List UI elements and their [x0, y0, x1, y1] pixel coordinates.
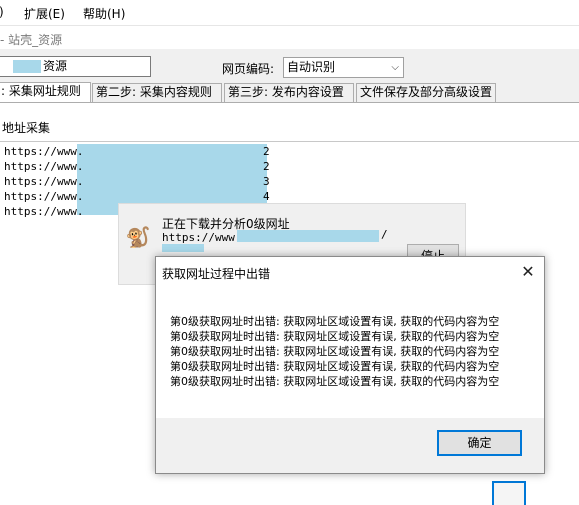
url-suffix: 4	[263, 190, 270, 203]
menu-item-extend[interactable]: 扩展(E)	[24, 5, 65, 22]
list-item: https://www.	[4, 175, 84, 188]
tab-url-rules[interactable]: : 采集网址规则	[0, 82, 91, 102]
redacted-mask	[237, 230, 379, 242]
encoding-label: 网页编码:	[222, 62, 275, 76]
ok-button[interactable]: 确定	[437, 430, 522, 456]
task-form: 资源 网页编码: 自动识别 ⌵	[0, 49, 579, 83]
progress-url-suffix: /	[381, 228, 388, 241]
chevron-down-icon: ⌵	[391, 62, 399, 73]
encoding-select[interactable]: 自动识别 ⌵	[283, 57, 404, 78]
error-message: 第0级获取网址时出错: 获取网址区域设置有误, 获取的代码内容为空	[170, 375, 500, 388]
redacted-mask	[162, 244, 204, 252]
monkey-icon: 🐒	[125, 225, 151, 249]
url-suffix: 2	[263, 145, 270, 158]
tab-file-save-settings[interactable]: 文件保存及部分高级设置	[356, 83, 496, 102]
url-suffix: 3	[263, 175, 270, 188]
section-title: 地址采集	[2, 121, 51, 135]
task-name-input[interactable]: 资源	[0, 56, 151, 77]
url-suffix: 2	[263, 160, 270, 173]
menu-item-partial[interactable]: )	[0, 5, 4, 19]
window-title: - 站壳_资源	[0, 33, 63, 47]
list-item: https://www.	[4, 205, 84, 218]
tab-publish-settings[interactable]: 第三步: 发布内容设置	[224, 83, 354, 102]
error-message: 第0级获取网址时出错: 获取网址区域设置有误, 获取的代码内容为空	[170, 360, 500, 373]
document-title-bar: - 站壳_资源	[0, 25, 579, 49]
menu-item-help[interactable]: 帮助(H)	[83, 5, 125, 22]
dialog-footer: 确定	[156, 418, 544, 473]
error-message: 第0级获取网址时出错: 获取网址区域设置有误, 获取的代码内容为空	[170, 345, 500, 358]
error-message: 第0级获取网址时出错: 获取网址区域设置有误, 获取的代码内容为空	[170, 330, 500, 343]
tab-content-rules[interactable]: 第二步: 采集内容规则	[92, 83, 222, 102]
background-button[interactable]	[492, 481, 526, 505]
error-message-list: 第0级获取网址时出错: 获取网址区域设置有误, 获取的代码内容为空 第0级获取网…	[170, 314, 499, 389]
list-item: https://www.	[4, 145, 84, 158]
close-icon[interactable]: ✕	[512, 257, 544, 286]
error-message: 第0级获取网址时出错: 获取网址区域设置有误, 获取的代码内容为空	[170, 315, 500, 328]
task-name-value: 资源	[43, 59, 68, 73]
error-dialog: 获取网址过程中出错 ✕ 第0级获取网址时出错: 获取网址区域设置有误, 获取的代…	[155, 256, 545, 474]
encoding-value: 自动识别	[287, 60, 336, 74]
list-item: https://www.	[4, 160, 84, 173]
progress-url: https://www.	[162, 231, 242, 244]
menu-bar: ) 扩展(E) 帮助(H)	[0, 0, 579, 25]
step-tabs: : 采集网址规则 第二步: 采集内容规则 第三步: 发布内容设置 文件保存及部分…	[0, 82, 579, 102]
dialog-title: 获取网址过程中出错	[162, 267, 271, 281]
list-item: https://www.	[4, 190, 84, 203]
redacted-mask	[13, 60, 41, 73]
